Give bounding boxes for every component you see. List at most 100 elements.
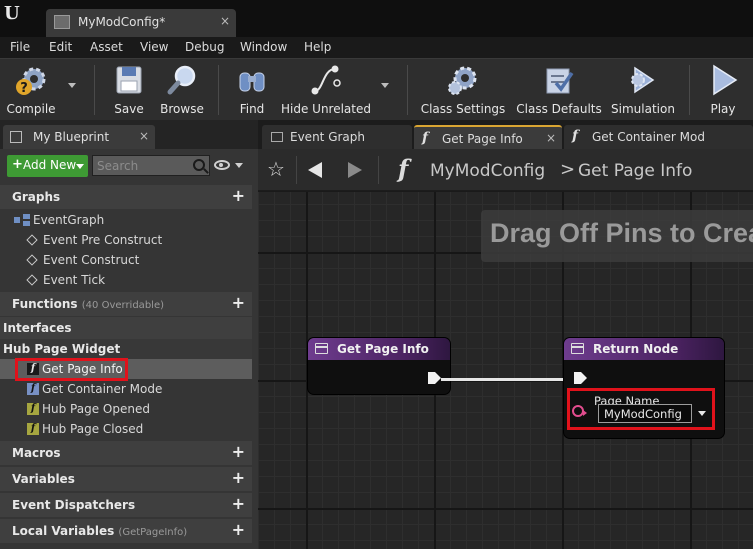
add-macro-icon[interactable]: +	[232, 443, 245, 461]
add-variable-icon[interactable]: +	[232, 469, 245, 487]
play-icon	[713, 64, 738, 96]
menu-window[interactable]: Window	[240, 40, 287, 54]
menu-help[interactable]: Help	[304, 40, 331, 54]
breadcrumb-separator-line	[378, 156, 379, 184]
toolbar-separator	[94, 65, 95, 115]
class-defaults-label: Class Defaults	[516, 102, 602, 116]
my-blueprint-body: + Add New Graphs + EventGraph Event Pre …	[0, 149, 258, 549]
tree-item-label: Hub Page Closed	[42, 422, 144, 436]
local-variables-scope: (GetPageInfo)	[118, 527, 188, 538]
search-icon[interactable]	[193, 159, 205, 171]
section-label: Hub Page Widget	[3, 342, 121, 356]
section-event-dispatchers[interactable]: Event Dispatchers +	[0, 493, 252, 517]
tab-get-container-mode[interactable]: f Get Container Mod	[564, 125, 753, 149]
breadcrumb-current[interactable]: Get Page Info	[578, 161, 692, 181]
tab-event-graph[interactable]: Event Graph	[262, 125, 412, 149]
exec-output-pin[interactable]	[428, 372, 441, 384]
function-icon: f	[27, 403, 39, 415]
tree-item-label: Event Tick	[43, 273, 106, 287]
event-graph-icon	[14, 214, 30, 226]
simulation-button[interactable]: Simulation	[610, 59, 676, 119]
exec-input-pin[interactable]	[574, 372, 587, 384]
tab-get-page-info[interactable]: f Get Page Info ×	[414, 125, 562, 149]
event-diamond-icon	[26, 254, 38, 266]
unreal-logo-icon: U	[4, 3, 20, 24]
tree-item-hub-page-opened[interactable]: f Hub Page Opened	[0, 399, 252, 419]
toolbar: ? Compile Save Browse Find Hide Unrelate…	[0, 58, 753, 120]
forward-arrow-icon[interactable]	[348, 162, 362, 178]
menu-view[interactable]: View	[140, 40, 168, 54]
section-label: Macros	[12, 446, 61, 460]
class-settings-button[interactable]: Class Settings	[420, 59, 506, 119]
tree-item-label: EventGraph	[33, 213, 105, 227]
return-node[interactable]: Return Node Page Name	[564, 338, 724, 438]
section-functions[interactable]: Functions (40 Overridable) +	[0, 292, 252, 316]
breadcrumb-root[interactable]: MyModConfig	[430, 161, 545, 181]
menu-debug[interactable]: Debug	[185, 40, 224, 54]
function-entry-node[interactable]: Get Page Info	[308, 338, 450, 394]
section-local-variables[interactable]: Local Variables (GetPageInfo) +	[0, 519, 252, 543]
section-label: Variables	[12, 472, 75, 486]
eye-icon[interactable]	[214, 160, 230, 170]
section-hub-page-widget[interactable]: Hub Page Widget	[0, 339, 252, 359]
add-new-label: Add New	[23, 158, 77, 172]
document-tab[interactable]: MyModConfig* ×	[46, 9, 236, 37]
close-icon[interactable]: ×	[546, 131, 556, 145]
tree-item-event-construct[interactable]: Event Construct	[0, 250, 252, 270]
highlight-box	[567, 388, 715, 430]
simulation-icon	[631, 66, 655, 94]
add-event-dispatcher-icon[interactable]: +	[232, 495, 245, 513]
plus-icon: +	[12, 157, 23, 172]
node-function-icon	[315, 343, 328, 354]
tab-label: Get Container Mod	[592, 130, 705, 144]
tree-item-eventgraph[interactable]: EventGraph	[0, 210, 252, 230]
compile-button[interactable]: ? Compile	[4, 59, 58, 119]
menu-file[interactable]: File	[10, 40, 30, 54]
graph-canvas[interactable]: Drag Off Pins to Crea Get Page Info Retu…	[258, 192, 753, 549]
play-button[interactable]: Play	[698, 59, 748, 119]
save-button[interactable]: Save	[104, 59, 154, 119]
add-local-variable-icon[interactable]: +	[232, 521, 245, 539]
breadcrumb-chevron: >	[560, 159, 576, 180]
section-variables[interactable]: Variables +	[0, 467, 252, 491]
chevron-down-icon[interactable]	[235, 163, 243, 168]
hide-unrelated-options-arrow[interactable]	[381, 83, 389, 88]
node-title: Return Node	[593, 342, 679, 356]
close-icon[interactable]: ×	[220, 14, 230, 28]
tree-item-label: Hub Page Opened	[42, 402, 150, 416]
back-arrow-icon[interactable]	[308, 162, 322, 178]
chevron-down-icon	[76, 164, 84, 169]
menu-edit[interactable]: Edit	[49, 40, 72, 54]
browse-label: Browse	[160, 102, 204, 116]
add-new-button[interactable]: + Add New	[7, 155, 88, 177]
class-defaults-button[interactable]: Class Defaults	[514, 59, 604, 119]
tree-item-label: Get Container Mode	[42, 382, 163, 396]
add-graph-icon[interactable]: +	[232, 187, 245, 205]
class-defaults-icon	[546, 68, 574, 94]
menu-asset[interactable]: Asset	[90, 40, 123, 54]
browse-button[interactable]: Browse	[156, 59, 208, 119]
find-button[interactable]: Find	[228, 59, 276, 119]
hide-unrelated-button[interactable]: Hide Unrelated	[280, 59, 372, 119]
gear-icon	[448, 66, 477, 95]
section-graphs[interactable]: Graphs +	[0, 185, 252, 209]
compile-options-arrow[interactable]	[68, 83, 76, 88]
tree-item-hub-page-closed[interactable]: f Hub Page Closed	[0, 419, 252, 439]
tree-item-event-tick[interactable]: Event Tick	[0, 270, 252, 290]
tab-label: Get Page Info	[442, 132, 523, 146]
node-header: Return Node	[564, 338, 724, 360]
toolbar-separator	[407, 65, 408, 115]
class-settings-label: Class Settings	[420, 102, 506, 116]
svg-text:?: ?	[20, 81, 28, 96]
blueprint-panel-icon	[10, 131, 22, 143]
tree-item-event-pre-construct[interactable]: Event Pre Construct	[0, 230, 252, 250]
star-icon[interactable]: ☆	[267, 158, 285, 180]
close-icon[interactable]: ×	[139, 129, 149, 143]
section-label: Functions (40 Overridable)	[12, 297, 164, 311]
my-blueprint-tab[interactable]: My Blueprint ×	[3, 125, 155, 149]
section-interfaces[interactable]: Interfaces	[0, 317, 252, 339]
section-macros[interactable]: Macros +	[0, 441, 252, 465]
tree-item-get-container-mode[interactable]: f Get Container Mode	[0, 379, 252, 399]
add-function-icon[interactable]: +	[232, 294, 245, 312]
simulation-label: Simulation	[611, 102, 675, 116]
